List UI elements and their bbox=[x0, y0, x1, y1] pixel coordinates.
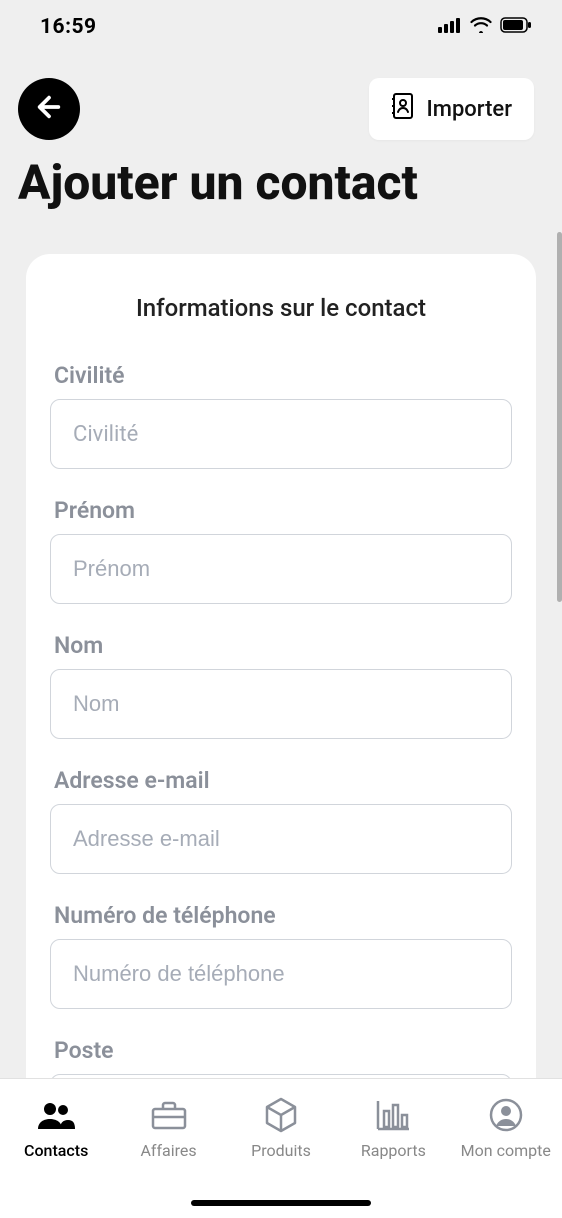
tabbar: Contacts Affaires Produits Rapports Mon … bbox=[0, 1078, 562, 1218]
last-name-field: Nom bbox=[50, 632, 512, 739]
first-name-label: Prénom bbox=[50, 497, 512, 524]
address-book-icon bbox=[391, 92, 415, 126]
first-name-input[interactable] bbox=[50, 534, 512, 604]
status-bar: 16:59 bbox=[0, 0, 562, 54]
contacts-icon bbox=[36, 1095, 76, 1135]
user-circle-icon bbox=[486, 1095, 526, 1135]
cube-icon bbox=[261, 1095, 301, 1135]
form-scroll[interactable]: Informations sur le contact Civilité Civ… bbox=[0, 232, 562, 1078]
battery-icon bbox=[500, 17, 532, 37]
back-button[interactable] bbox=[18, 78, 80, 140]
arrow-left-icon bbox=[33, 91, 65, 127]
status-time: 16:59 bbox=[40, 15, 97, 39]
position-field: Poste bbox=[50, 1037, 512, 1078]
tab-products[interactable]: Produits bbox=[225, 1095, 337, 1160]
wifi-icon bbox=[470, 17, 492, 37]
bar-chart-icon bbox=[373, 1095, 413, 1135]
scrollbar[interactable] bbox=[557, 232, 562, 602]
tab-contacts-label: Contacts bbox=[24, 1141, 88, 1160]
tab-account[interactable]: Mon compte bbox=[450, 1095, 562, 1160]
cellular-icon bbox=[438, 17, 462, 37]
tab-reports[interactable]: Rapports bbox=[337, 1095, 449, 1160]
civility-select[interactable]: Civilité bbox=[50, 399, 512, 469]
last-name-label: Nom bbox=[50, 632, 512, 659]
import-button[interactable]: Importer bbox=[369, 78, 534, 140]
phone-field: Numéro de téléphone bbox=[50, 902, 512, 1009]
tab-deals[interactable]: Affaires bbox=[113, 1095, 225, 1160]
tab-reports-label: Rapports bbox=[361, 1141, 426, 1160]
email-input[interactable] bbox=[50, 804, 512, 874]
first-name-field: Prénom bbox=[50, 497, 512, 604]
section-title: Informations sur le contact bbox=[50, 294, 512, 322]
briefcase-icon bbox=[149, 1095, 189, 1135]
email-field: Adresse e-mail bbox=[50, 767, 512, 874]
tab-deals-label: Affaires bbox=[140, 1141, 196, 1160]
phone-label: Numéro de téléphone bbox=[50, 902, 512, 929]
tab-account-label: Mon compte bbox=[461, 1141, 551, 1160]
tab-products-label: Produits bbox=[251, 1141, 311, 1160]
last-name-input[interactable] bbox=[50, 669, 512, 739]
header: Importer bbox=[0, 54, 562, 140]
page-title: Ajouter un contact bbox=[0, 140, 562, 235]
civility-label: Civilité bbox=[50, 362, 512, 389]
phone-input[interactable] bbox=[50, 939, 512, 1009]
import-label: Importer bbox=[427, 97, 512, 122]
position-label: Poste bbox=[50, 1037, 512, 1064]
tab-contacts[interactable]: Contacts bbox=[0, 1095, 112, 1160]
home-indicator[interactable] bbox=[191, 1200, 371, 1206]
contact-info-card: Informations sur le contact Civilité Civ… bbox=[26, 254, 536, 1078]
status-icons bbox=[438, 17, 532, 37]
civility-field: Civilité Civilité bbox=[50, 362, 512, 469]
email-label: Adresse e-mail bbox=[50, 767, 512, 794]
